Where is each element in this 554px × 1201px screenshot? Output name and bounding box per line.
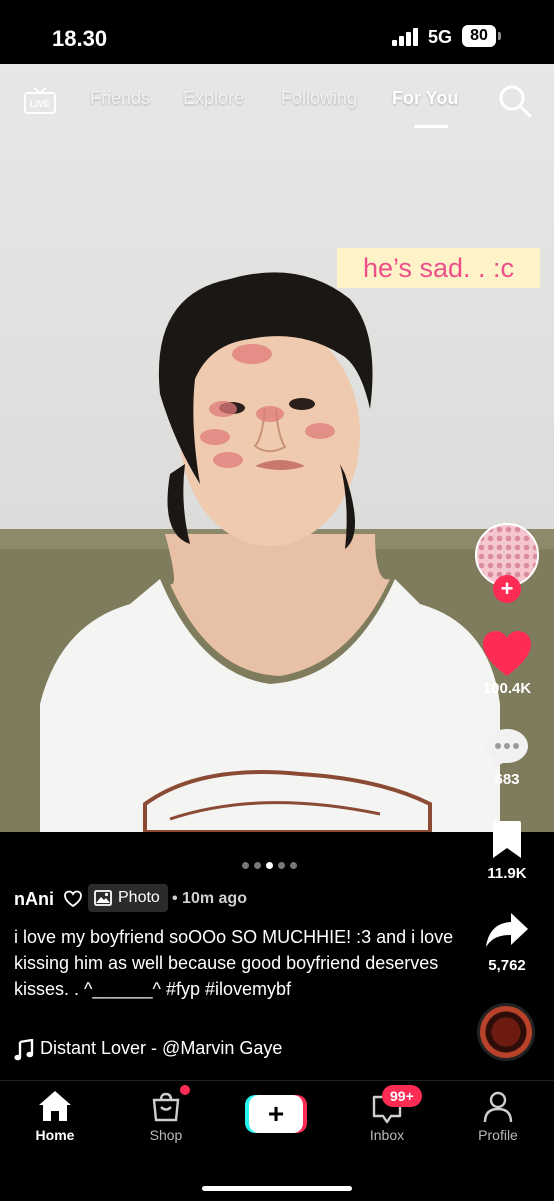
image-icon (94, 890, 112, 906)
photo-illustration (0, 272, 554, 832)
live-tv-icon[interactable]: LIVE (24, 88, 56, 114)
tab-for-you[interactable]: For You (392, 88, 458, 109)
home-icon[interactable] (38, 1090, 72, 1122)
comment-count: 683 (494, 771, 520, 788)
signal-icon (392, 28, 418, 46)
post-photo[interactable] (0, 64, 554, 832)
home-indicator (202, 1186, 352, 1191)
post-description[interactable]: i love my boyfriend soOOo SO MUCHHIE! :3… (14, 924, 454, 1002)
post-time: • 10m ago (172, 890, 247, 907)
carousel-indicator (242, 856, 312, 869)
profile-icon[interactable] (482, 1091, 514, 1123)
status-bar: 18.30 5G 80 (0, 0, 554, 64)
carousel-dot-active (266, 862, 273, 869)
share-count: 5,762 (488, 957, 526, 974)
photo-badge-label: Photo (118, 889, 160, 906)
tab-explore[interactable]: Explore (183, 88, 244, 109)
music-note-icon (14, 1039, 34, 1061)
tab-profile-label[interactable]: Profile (453, 1127, 543, 1143)
status-time: 18.30 (52, 26, 108, 51)
active-tab-indicator (414, 125, 448, 128)
carousel-dot (242, 862, 249, 869)
author-name[interactable]: nAni (14, 889, 54, 910)
shop-notification-dot (180, 1085, 190, 1095)
tab-inbox-label[interactable]: Inbox (342, 1127, 432, 1143)
carousel-dot (290, 862, 297, 869)
comment-icon[interactable] (484, 727, 530, 769)
network-label: 5G (428, 27, 453, 47)
live-label: LIVE (30, 99, 50, 109)
battery-nub (498, 32, 501, 40)
bookmark-icon[interactable] (490, 820, 524, 860)
like-heart-icon[interactable] (481, 630, 533, 678)
share-arrow-icon[interactable] (485, 912, 529, 948)
create-post-button[interactable]: + (245, 1095, 307, 1133)
save-count: 11.9K (487, 865, 527, 882)
tab-following[interactable]: Following (281, 88, 357, 109)
sound-name[interactable]: Distant Lover - @Marvin Gaye (40, 1038, 282, 1059)
carousel-dot (278, 862, 285, 869)
tab-shop-label[interactable]: Shop (121, 1127, 211, 1143)
like-count: 100.4K (482, 680, 532, 697)
sound-disc[interactable] (477, 1003, 535, 1061)
follow-plus-button[interactable]: + (493, 575, 521, 603)
search-icon[interactable] (498, 84, 532, 118)
photo-type-badge: Photo (88, 884, 168, 912)
photo-text-overlay: he’s sad. . :c (337, 248, 540, 288)
plus-icon: + (249, 1095, 303, 1133)
heart-outline-icon (64, 890, 82, 908)
carousel-dot (254, 862, 261, 869)
shop-bag-icon[interactable] (150, 1092, 182, 1122)
tab-home-label[interactable]: Home (10, 1127, 100, 1143)
tab-friends[interactable]: Friends (90, 88, 150, 109)
inbox-badge: 99+ (382, 1085, 422, 1107)
battery-icon: 80 (462, 25, 496, 47)
top-navigation (0, 64, 554, 144)
